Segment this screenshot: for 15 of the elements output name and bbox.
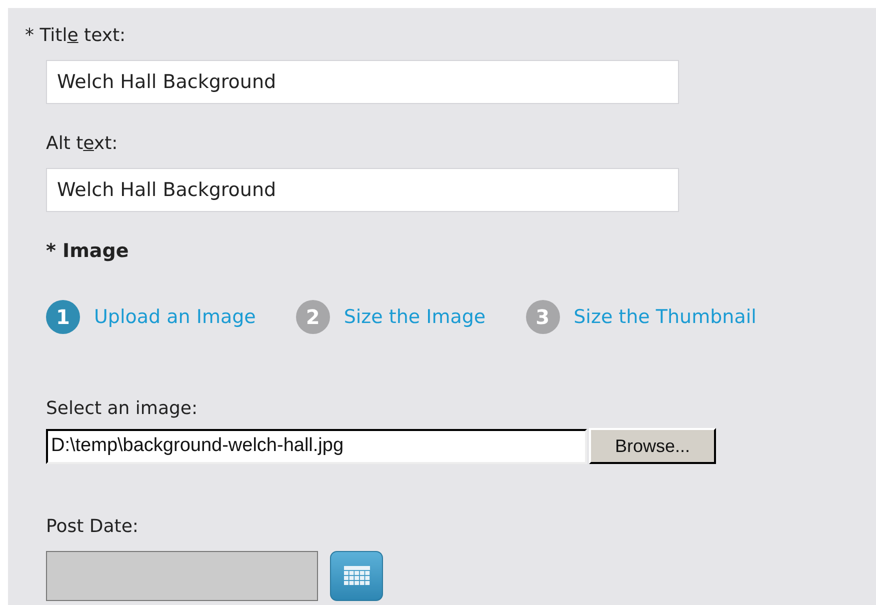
section-heading: * Image	[46, 240, 129, 262]
step-number-icon: 2	[296, 300, 330, 334]
calendar-icon	[344, 566, 370, 586]
calendar-button[interactable]	[330, 551, 383, 601]
field-label: Post Date:	[46, 516, 138, 538]
step-link[interactable]: 1 Upload an Image	[46, 300, 256, 334]
field-label: Select an image:	[46, 398, 198, 420]
title-input[interactable]: Welch Hall Background	[46, 60, 679, 104]
alt-input[interactable]: Welch Hall Background	[46, 168, 679, 212]
field-label: Alt text:	[46, 133, 118, 155]
step-number-icon: 1	[46, 300, 80, 334]
step-number-icon: 3	[526, 300, 560, 334]
field-label: * Title text:	[25, 25, 126, 47]
browse-button[interactable]: Browse...	[589, 428, 716, 464]
file-path-input[interactable]: D:\temp\background-welch-hall.jpg	[46, 428, 587, 464]
